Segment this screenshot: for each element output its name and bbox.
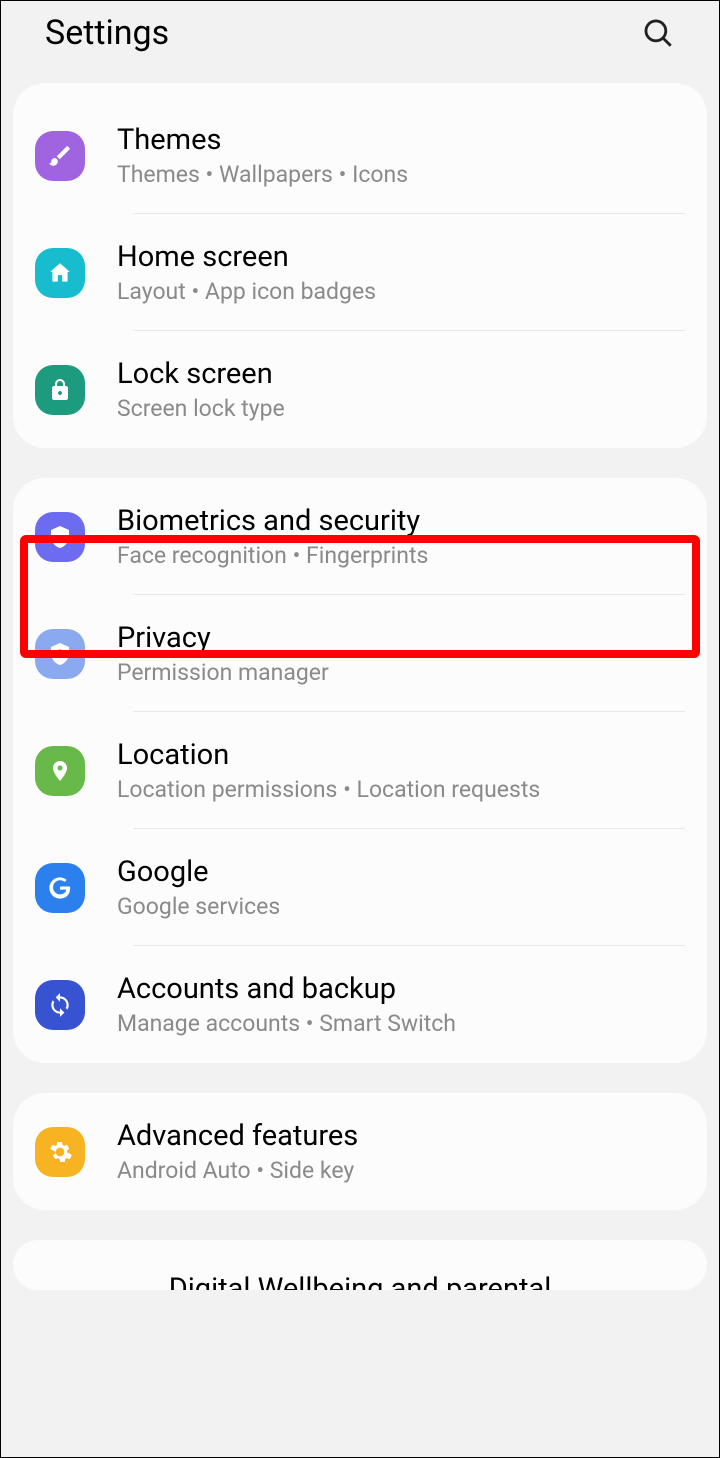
item-title: Location — [117, 738, 685, 772]
item-home-screen[interactable]: Home screen Layout • App icon badges — [13, 214, 707, 331]
item-accounts[interactable]: Accounts and backup Manage accounts • Sm… — [13, 946, 707, 1063]
page-title: Settings — [45, 13, 169, 53]
search-icon[interactable] — [641, 16, 675, 50]
settings-group-3: Advanced features Android Auto • Side ke… — [13, 1093, 707, 1210]
item-subtitle: Google services — [117, 893, 685, 920]
privacy-icon — [35, 629, 85, 679]
item-themes[interactable]: Themes Themes • Wallpapers • Icons — [13, 83, 707, 214]
shield-icon — [35, 512, 85, 562]
item-advanced[interactable]: Advanced features Android Auto • Side ke… — [13, 1093, 707, 1210]
item-subtitle: Themes • Wallpapers • Icons — [117, 161, 685, 188]
text-wrapper: Location Location permissions • Location… — [117, 738, 685, 803]
themes-icon — [35, 131, 85, 181]
text-wrapper: Google Google services — [117, 855, 685, 920]
item-privacy[interactable]: Privacy Permission manager — [13, 595, 707, 712]
header: Settings — [1, 1, 719, 83]
gear-icon — [35, 1127, 85, 1177]
item-subtitle: Layout • App icon badges — [117, 278, 685, 305]
item-title: Home screen — [117, 240, 685, 274]
item-title: Privacy — [117, 621, 685, 655]
item-subtitle: Manage accounts • Smart Switch — [117, 1010, 685, 1037]
text-wrapper: Home screen Layout • App icon badges — [117, 240, 685, 305]
location-icon — [35, 746, 85, 796]
item-title: Advanced features — [117, 1119, 685, 1153]
google-icon — [35, 863, 85, 913]
item-biometrics[interactable]: Biometrics and security Face recognition… — [13, 478, 707, 595]
home-icon — [35, 248, 85, 298]
item-digital-wellbeing-partial[interactable]: Digital Wellbeing and parental — [13, 1240, 707, 1290]
item-subtitle: Face recognition • Fingerprints — [117, 542, 685, 569]
settings-group-4: Digital Wellbeing and parental — [13, 1240, 707, 1290]
item-title: Accounts and backup — [117, 972, 685, 1006]
item-lock-screen[interactable]: Lock screen Screen lock type — [13, 331, 707, 448]
item-subtitle: Location permissions • Location requests — [117, 776, 685, 803]
text-wrapper: Biometrics and security Face recognition… — [117, 504, 685, 569]
text-wrapper: Lock screen Screen lock type — [117, 357, 685, 422]
sync-icon — [35, 980, 85, 1030]
item-title: Google — [117, 855, 685, 889]
text-wrapper: Advanced features Android Auto • Side ke… — [117, 1119, 685, 1184]
settings-group-2: Biometrics and security Face recognition… — [13, 478, 707, 1063]
item-subtitle: Android Auto • Side key — [117, 1157, 685, 1184]
text-wrapper: Accounts and backup Manage accounts • Sm… — [117, 972, 685, 1037]
item-subtitle: Screen lock type — [117, 395, 685, 422]
item-location[interactable]: Location Location permissions • Location… — [13, 712, 707, 829]
item-title: Biometrics and security — [117, 504, 685, 538]
item-title: Lock screen — [117, 357, 685, 391]
text-wrapper: Privacy Permission manager — [117, 621, 685, 686]
text-wrapper: Themes Themes • Wallpapers • Icons — [117, 123, 685, 188]
item-title: Themes — [117, 123, 685, 157]
lock-icon — [35, 365, 85, 415]
item-google[interactable]: Google Google services — [13, 829, 707, 946]
item-subtitle: Permission manager — [117, 659, 685, 686]
settings-group-1: Themes Themes • Wallpapers • Icons Home … — [13, 83, 707, 448]
